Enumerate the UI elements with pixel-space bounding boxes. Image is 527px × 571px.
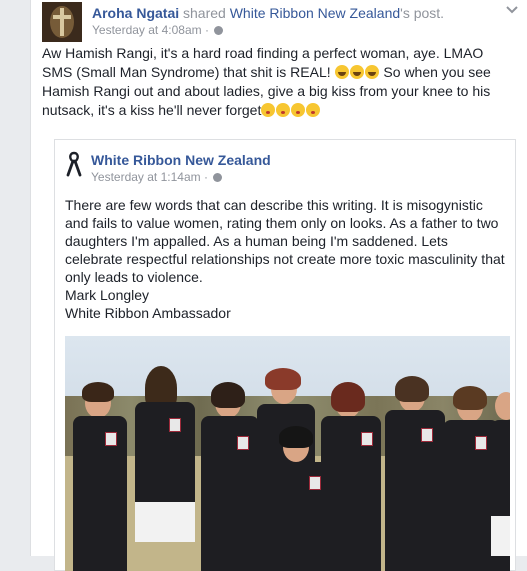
- globe-icon[interactable]: [213, 173, 223, 182]
- signature-title: White Ribbon Ambassador: [65, 305, 231, 321]
- laughing-emoji-icon: [364, 65, 379, 79]
- team-photo[interactable]: [65, 336, 510, 571]
- white-ribbon-icon[interactable]: [65, 151, 83, 177]
- avatar[interactable]: [42, 2, 82, 42]
- shared-page-name[interactable]: White Ribbon New Zealand: [91, 152, 271, 168]
- post-timestamp[interactable]: Yesterday at 4:08am: [92, 23, 202, 37]
- chevron-down-icon[interactable]: [506, 6, 518, 14]
- signature-name: Mark Longley: [65, 287, 150, 303]
- post-header-line: Aroha Ngatai shared White Ribbon New Zea…: [92, 5, 444, 21]
- shared-post-text: There are few words that can describe th…: [65, 196, 505, 322]
- shared-body-text: There are few words that can describe th…: [65, 197, 505, 285]
- kissing-emoji-icon: [291, 103, 306, 117]
- post-text: Aw Hamish Rangi, it's a hard road findin…: [42, 44, 512, 120]
- post-header: Aroha Ngatai shared White Ribbon New Zea…: [42, 2, 518, 42]
- post-meta: Yesterday at 4:08am ·: [92, 23, 224, 37]
- feed-post: Aroha Ngatai shared White Ribbon New Zea…: [30, 0, 527, 571]
- shared-label: shared: [183, 5, 226, 21]
- shared-page-link[interactable]: White Ribbon New Zealand: [230, 5, 400, 21]
- globe-icon[interactable]: [214, 26, 224, 35]
- laughing-emoji-icon: [334, 65, 349, 79]
- shared-post[interactable]: White Ribbon New Zealand Yesterday at 1:…: [54, 139, 516, 571]
- author-link[interactable]: Aroha Ngatai: [92, 5, 179, 21]
- shared-meta: Yesterday at 1:14am ·: [91, 170, 223, 184]
- kissing-emoji-icon: [306, 103, 321, 117]
- shared-timestamp[interactable]: Yesterday at 1:14am: [91, 170, 201, 184]
- kissing-emoji-icon: [276, 103, 291, 117]
- shared-suffix: 's post.: [400, 5, 445, 21]
- kissing-emoji-icon: [261, 103, 276, 117]
- laughing-emoji-icon: [349, 65, 364, 79]
